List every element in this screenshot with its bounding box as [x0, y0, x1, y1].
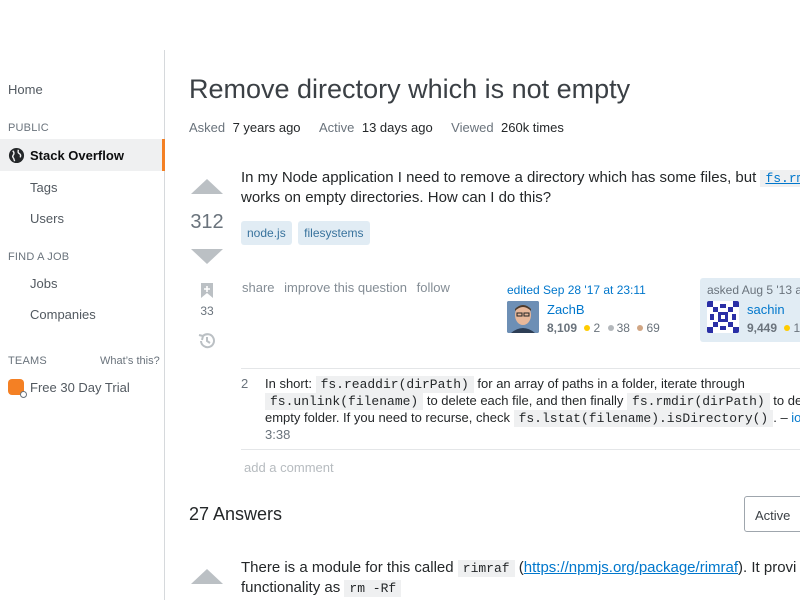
improve-question-link[interactable]: improve this question	[284, 280, 407, 295]
editor-name[interactable]: ZachB	[547, 302, 585, 317]
bookmark-icon[interactable]	[200, 282, 214, 299]
comment-text: . –	[773, 410, 792, 425]
active-value[interactable]: 13 days ago	[362, 120, 433, 135]
answer-text: ). It provi	[738, 559, 797, 576]
answer-text: There is a module for this called	[241, 559, 458, 576]
comment-code: fs.lstat(filename).isDirectory()	[513, 410, 774, 427]
answer-body-line-1: There is a module for this called rimraf…	[241, 558, 800, 579]
sidebar-divider	[164, 50, 165, 600]
comment-line-2: fs.unlink(filename) to delete each file,…	[265, 392, 800, 410]
comment-timestamp[interactable]: 3:38	[265, 426, 290, 443]
question-body-code[interactable]: fs.rmdir	[760, 170, 800, 187]
post-menu: share improve this question follow	[242, 280, 450, 295]
silver-badge-icon	[607, 325, 614, 331]
history-icon[interactable]	[197, 331, 217, 351]
nav-companies[interactable]: Companies	[30, 307, 96, 322]
asked-label: Asked	[189, 120, 226, 135]
nav-item-stack-overflow-label[interactable]: Stack Overflow	[30, 148, 124, 163]
comments-divider-top	[241, 368, 800, 369]
owner-avatar[interactable]	[707, 301, 739, 333]
question-stats: Asked 7 years ago Active 13 days ago Vie…	[189, 119, 564, 137]
answers-count: 27 Answers	[189, 504, 283, 524]
teams-whats-this-link[interactable]: What’s this?	[100, 355, 160, 367]
answer-text: functionality as	[241, 579, 345, 596]
active-label: Active	[318, 120, 355, 135]
owner-flair: 9,449 1	[747, 319, 800, 337]
question-body-text-2: works on empty directories. How can I do…	[241, 189, 552, 206]
question-title[interactable]: Remove directory which is not empty	[189, 74, 630, 105]
nav-section-find-job: FIND A JOB	[8, 251, 70, 263]
editor-reputation: 8,109	[547, 321, 578, 335]
tag-filesystems[interactable]: filesystems	[298, 221, 370, 245]
comment-text: for an array of paths in a folder, itera…	[473, 376, 745, 391]
answer-code: rimraf	[457, 560, 515, 577]
comment-code: fs.readdir(dirPath)	[315, 376, 474, 393]
free-trial-link[interactable]: Free 30 Day Trial	[30, 380, 130, 395]
comment-code: fs.rmdir(dirPath)	[627, 393, 770, 410]
comment-text: to de	[769, 393, 800, 408]
identicon-image	[707, 301, 739, 333]
add-comment-link[interactable]: add a comment	[244, 460, 334, 475]
gold-badge-icon	[784, 325, 791, 331]
bookmark-count: 33	[200, 304, 214, 318]
question-body: In my Node application I need to remove …	[241, 168, 800, 189]
comment-text: In short:	[265, 376, 316, 391]
comments-divider-bottom	[241, 449, 800, 450]
nav-home[interactable]: Home	[8, 82, 43, 97]
nav-tags[interactable]: Tags	[30, 180, 57, 195]
asked-value: 7 years ago	[232, 120, 301, 135]
comment-line-1: In short: fs.readdir(dirPath) for an arr…	[265, 375, 800, 393]
follow-link[interactable]: follow	[417, 280, 450, 295]
viewed-label: Viewed	[451, 120, 494, 135]
comment-line-3: empty folder. If you need to recurse, ch…	[265, 409, 800, 427]
nav-section-public: PUBLIC	[8, 122, 49, 134]
answer-upvote-icon[interactable]	[191, 569, 223, 584]
share-link[interactable]: share	[242, 280, 275, 295]
question-tags: node.js filesystems	[241, 221, 370, 245]
edited-timestamp[interactable]: edited Sep 28 '17 at 23:11	[507, 283, 646, 297]
comment-text: empty folder. If you need to recurse, ch…	[265, 410, 514, 425]
bronze-badge-icon	[637, 325, 644, 331]
nav-users[interactable]: Users	[30, 211, 64, 226]
viewed-value: 260k times	[501, 120, 564, 135]
downvote-icon[interactable]	[191, 249, 223, 264]
owner-gold-count: 1	[793, 321, 800, 335]
vote-count: 312	[190, 211, 224, 233]
answer-body-line-2: functionality as rm -Rf	[241, 578, 402, 599]
editor-gold-count: 2	[593, 321, 601, 335]
answer-code: rm -Rf	[344, 580, 402, 597]
editor-bronze-count: 69	[646, 321, 660, 335]
comment-text: to delete each file, and then finally	[423, 393, 628, 408]
answer-link[interactable]: https://npmjs.org/package/rimraf	[524, 559, 738, 576]
globe-icon	[8, 147, 25, 164]
nav-section-teams: TEAMS	[8, 355, 47, 367]
avatar[interactable]	[507, 301, 539, 333]
teams-icon	[8, 379, 27, 398]
comment-score: 2	[241, 376, 249, 391]
editor-flair: 8,109 2 38 69	[547, 319, 660, 337]
nav-jobs[interactable]: Jobs	[30, 276, 57, 291]
question-body-text-1: In my Node application I need to remove …	[241, 169, 761, 186]
editor-avatar-image	[507, 301, 539, 333]
owner-name[interactable]: sachin	[747, 302, 785, 317]
owner-reputation: 9,449	[747, 321, 778, 335]
sort-active-button[interactable]: Active	[744, 496, 800, 532]
comment-user-link[interactable]: io	[791, 410, 800, 425]
editor-silver-count: 38	[616, 321, 630, 335]
gold-badge-icon	[584, 325, 591, 331]
tag-nodejs[interactable]: node.js	[241, 221, 292, 245]
comment-code: fs.unlink(filename)	[265, 393, 424, 410]
answer-text: (	[514, 559, 524, 576]
asked-timestamp: asked Aug 5 '13 at	[707, 283, 800, 297]
upvote-icon[interactable]	[191, 179, 223, 194]
